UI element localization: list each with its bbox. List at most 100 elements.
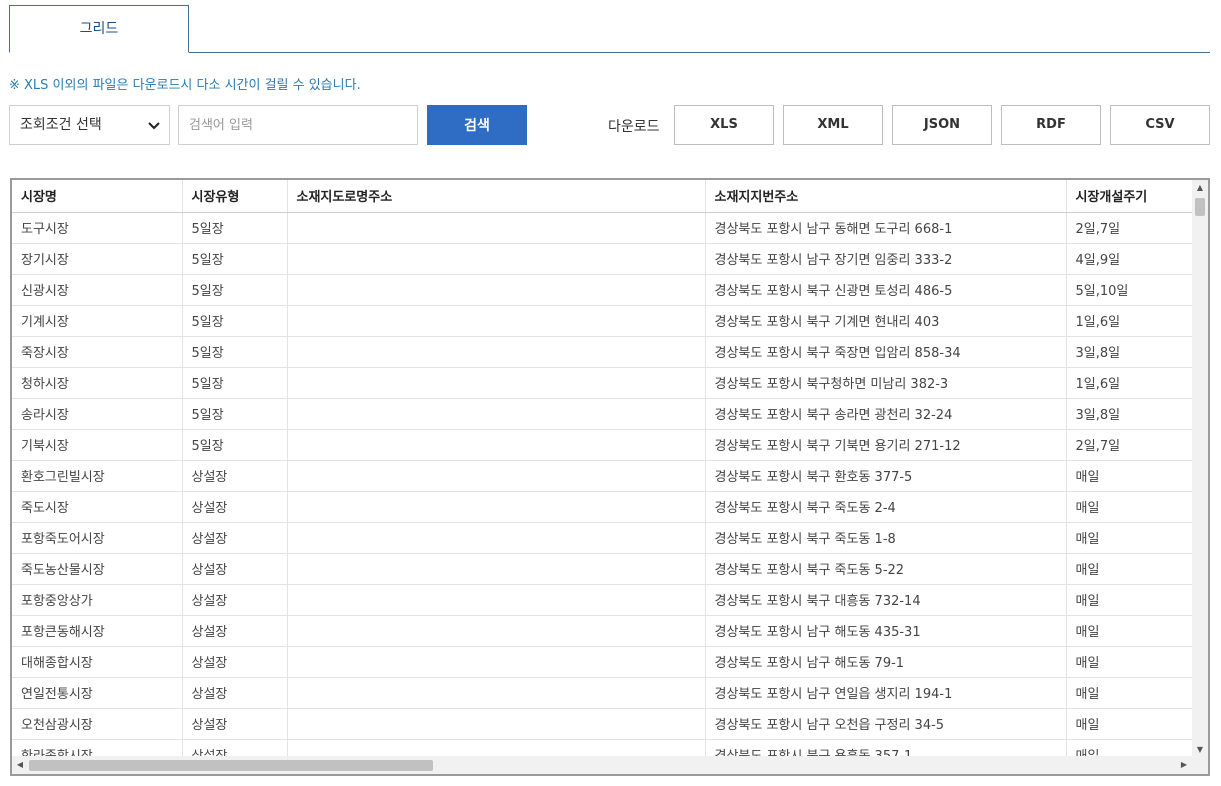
table-cell: 경상북도 포항시 북구청하면 미남리 382-3 <box>705 367 1067 399</box>
search-button[interactable]: 검색 <box>427 105 527 145</box>
table-row[interactable]: 신광시장 5일장 경상북도 포항시 북구 신광면 토성리 486-5 5일,10일 <box>12 274 1192 306</box>
table-cell: 1일,6일 <box>1066 305 1192 337</box>
scroll-right-arrow-icon[interactable]: ▶ <box>1176 756 1192 774</box>
table-cell <box>287 429 706 461</box>
table-cell <box>287 708 706 740</box>
column-header[interactable]: 소재지도로명주소 <box>287 180 706 213</box>
table-row[interactable]: 기북시장 5일장 경상북도 포항시 북구 기북면 용기리 271-12 2일,7일 <box>12 429 1192 461</box>
table-cell: 상설장 <box>182 677 288 709</box>
table-row[interactable]: 포항큰동해시장 상설장 경상북도 포항시 남구 해도동 435-31 매일 <box>12 615 1192 647</box>
table-cell: 기북시장 <box>12 429 183 461</box>
table-row[interactable]: 기계시장 5일장 경상북도 포항시 북구 기계면 현내리 403 1일,6일 <box>12 305 1192 337</box>
table-cell: 상설장 <box>182 584 288 616</box>
table-cell <box>287 460 706 492</box>
table-cell: 상설장 <box>182 615 288 647</box>
table-cell <box>287 584 706 616</box>
download-xls-button[interactable]: XLS <box>674 105 774 145</box>
table-cell: 매일 <box>1066 646 1192 678</box>
table-row[interactable]: 죽도시장 상설장 경상북도 포항시 북구 죽도동 2-4 매일 <box>12 491 1192 523</box>
download-rdf-button[interactable]: RDF <box>1001 105 1101 145</box>
horizontal-scrollbar[interactable]: ◀ ▶ <box>12 756 1192 774</box>
table-row[interactable]: 장기시장 5일장 경상북도 포항시 남구 장기면 임중리 333-2 4일,9일 <box>12 243 1192 275</box>
column-header[interactable]: 시장유형 <box>182 180 288 213</box>
table-cell: 도구시장 <box>12 212 183 244</box>
table-cell: 경상북도 포항시 북구 송라면 광천리 32-24 <box>705 398 1067 430</box>
table-cell: 2일,7일 <box>1066 212 1192 244</box>
column-header[interactable]: 소재지지번주소 <box>705 180 1067 213</box>
table-cell: 포항죽도어시장 <box>12 522 183 554</box>
table-cell <box>287 615 706 647</box>
table-cell <box>287 243 706 275</box>
table-cell: 경상북도 포항시 북구 신광면 토성리 486-5 <box>705 274 1067 306</box>
table-cell: 매일 <box>1066 677 1192 709</box>
table-cell: 상설장 <box>182 708 288 740</box>
table-cell: 경상북도 포항시 북구 죽장면 입암리 858-34 <box>705 336 1067 368</box>
table-cell: 신광시장 <box>12 274 183 306</box>
column-header[interactable]: 시장개설주기 <box>1066 180 1192 213</box>
table-cell <box>287 274 706 306</box>
table-cell: 4일,9일 <box>1066 243 1192 275</box>
table-cell: 매일 <box>1066 491 1192 523</box>
table-cell: 상설장 <box>182 491 288 523</box>
download-xml-button[interactable]: XML <box>783 105 883 145</box>
vertical-scroll-thumb[interactable] <box>1195 198 1205 216</box>
tab-grid[interactable]: 그리드 <box>9 5 189 53</box>
table-cell: 대해종합시장 <box>12 646 183 678</box>
table-cell <box>287 646 706 678</box>
table-row[interactable]: 포항중앙상가 상설장 경상북도 포항시 북구 대흥동 732-14 매일 <box>12 584 1192 616</box>
table-cell: 경상북도 포항시 북구 대흥동 732-14 <box>705 584 1067 616</box>
search-condition-select[interactable]: 조회조건 선택 <box>9 105 170 145</box>
table-row[interactable]: 오천삼광시장 상설장 경상북도 포항시 남구 오천읍 구정리 34-5 매일 <box>12 708 1192 740</box>
table-cell: 경상북도 포항시 북구 기계면 현내리 403 <box>705 305 1067 337</box>
table-cell: 경상북도 포항시 남구 해도동 79-1 <box>705 646 1067 678</box>
table-cell: 5일장 <box>182 243 288 275</box>
table-cell <box>287 367 706 399</box>
table-cell: 매일 <box>1066 615 1192 647</box>
table-cell: 경상북도 포항시 북구 죽도동 5-22 <box>705 553 1067 585</box>
download-csv-button[interactable]: CSV <box>1110 105 1210 145</box>
table-cell: 오천삼광시장 <box>12 708 183 740</box>
table-cell <box>287 336 706 368</box>
column-header[interactable]: 시장명 <box>12 180 183 213</box>
table-cell: 상설장 <box>182 460 288 492</box>
table-row[interactable]: 죽장시장 5일장 경상북도 포항시 북구 죽장면 입암리 858-34 3일,8일 <box>12 336 1192 368</box>
table-row[interactable]: 포항죽도어시장 상설장 경상북도 포항시 북구 죽도동 1-8 매일 <box>12 522 1192 554</box>
search-condition-value: 조회조건 선택 <box>20 117 102 133</box>
table-cell: 송라시장 <box>12 398 183 430</box>
table-cell: 경상북도 포항시 남구 장기면 임중리 333-2 <box>705 243 1067 275</box>
table-row[interactable]: 환호그린빌시장 상설장 경상북도 포항시 북구 환호동 377-5 매일 <box>12 460 1192 492</box>
table-cell: 5일장 <box>182 429 288 461</box>
tab-bar: 그리드 <box>9 5 1210 53</box>
scroll-left-arrow-icon[interactable]: ◀ <box>12 756 28 774</box>
horizontal-scroll-thumb[interactable] <box>29 760 433 771</box>
table-cell: 상설장 <box>182 522 288 554</box>
scroll-up-arrow-icon[interactable]: ▲ <box>1192 180 1208 196</box>
download-json-button[interactable]: JSON <box>892 105 992 145</box>
vertical-scrollbar[interactable]: ▲ ▼ <box>1192 180 1208 758</box>
table-row[interactable]: 죽도농산물시장 상설장 경상북도 포항시 북구 죽도동 5-22 매일 <box>12 553 1192 585</box>
chevron-down-icon <box>148 122 160 130</box>
table-cell <box>287 305 706 337</box>
table-cell: 기계시장 <box>12 305 183 337</box>
table-row[interactable]: 도구시장 5일장 경상북도 포항시 남구 동해면 도구리 668-1 2일,7일 <box>12 212 1192 244</box>
table-cell: 장기시장 <box>12 243 183 275</box>
table-cell: 경상북도 포항시 남구 해도동 435-31 <box>705 615 1067 647</box>
table-cell: 5일장 <box>182 274 288 306</box>
table-row[interactable]: 송라시장 5일장 경상북도 포항시 북구 송라면 광천리 32-24 3일,8일 <box>12 398 1192 430</box>
table-cell <box>287 398 706 430</box>
table-cell: 3일,8일 <box>1066 336 1192 368</box>
table-cell: 경상북도 포항시 북구 죽도동 1-8 <box>705 522 1067 554</box>
table-row[interactable]: 청하시장 5일장 경상북도 포항시 북구청하면 미남리 382-3 1일,6일 <box>12 367 1192 399</box>
table-cell: 1일,6일 <box>1066 367 1192 399</box>
table-cell: 청하시장 <box>12 367 183 399</box>
table-cell: 5일장 <box>182 367 288 399</box>
table-cell: 매일 <box>1066 708 1192 740</box>
table-cell: 매일 <box>1066 553 1192 585</box>
table-cell: 상설장 <box>182 646 288 678</box>
search-input[interactable] <box>178 105 418 145</box>
table-cell: 5일장 <box>182 305 288 337</box>
table-cell <box>287 553 706 585</box>
table-cell: 5일,10일 <box>1066 274 1192 306</box>
table-row[interactable]: 대해종합시장 상설장 경상북도 포항시 남구 해도동 79-1 매일 <box>12 646 1192 678</box>
table-row[interactable]: 연일전통시장 상설장 경상북도 포항시 남구 연일읍 생지리 194-1 매일 <box>12 677 1192 709</box>
